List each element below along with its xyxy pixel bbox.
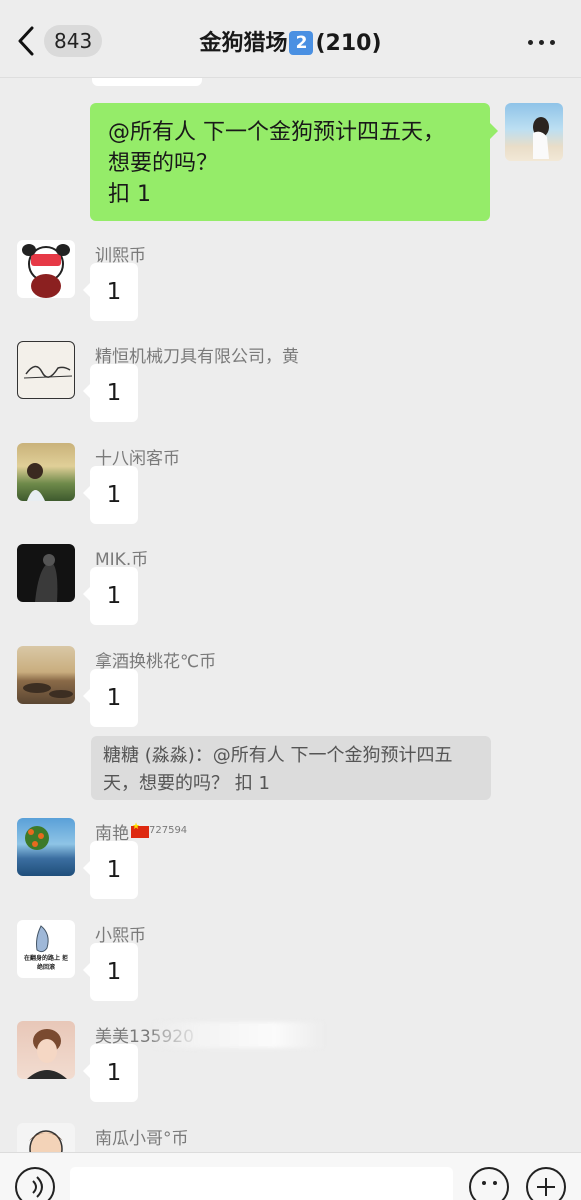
avatar[interactable]: [17, 341, 75, 399]
voice-icon[interactable]: [15, 1167, 55, 1200]
avatar[interactable]: [17, 1021, 75, 1079]
message-bubble[interactable]: 1: [83, 263, 138, 321]
chat-message: 在翻身的路上 拒绝回滚 小熙币 1: [0, 920, 581, 1022]
keycap-two-emoji: 2: [289, 31, 314, 55]
chat-message: 美美135920 1: [0, 1021, 581, 1123]
chat-message: 精恒机械刀具有限公司，黄 1: [0, 341, 581, 443]
message-bubble[interactable]: 1: [83, 466, 138, 524]
message-bubble[interactable]: 1: [83, 669, 138, 727]
previous-bubble-edge: [92, 78, 202, 86]
chat-message: MIK.币 1: [0, 544, 581, 646]
chat-message: 训熙币 1: [0, 240, 581, 342]
chat-title: 金狗猎场 2 (210): [199, 31, 382, 56]
message-bubble[interactable]: 1: [83, 841, 138, 899]
emoji-icon[interactable]: [469, 1167, 509, 1200]
sender-name: 南瓜小哥°币: [95, 1129, 189, 1149]
quoted-message[interactable]: 糖糖 (淼淼)：@所有人 下一个金狗预计四五天，想要的吗？ 扣 1: [91, 736, 491, 800]
avatar[interactable]: [17, 646, 75, 704]
my-message-bubble[interactable]: @所有人 下一个金狗预计四五天， 想要的吗？ 扣 1: [90, 103, 498, 221]
message-bubble[interactable]: 1: [83, 567, 138, 625]
chat-message: 拿酒换桃花℃币 1: [0, 646, 581, 748]
china-flag-icon: [131, 822, 149, 838]
message-bubble[interactable]: 1: [83, 364, 138, 422]
message-input[interactable]: [70, 1167, 453, 1200]
message-bubble[interactable]: 1: [83, 1044, 138, 1102]
plus-icon[interactable]: [526, 1167, 566, 1200]
avatar[interactable]: [17, 544, 75, 602]
my-avatar[interactable]: [505, 103, 563, 161]
input-bar: [0, 1152, 581, 1200]
avatar-caption: 在翻身的路上 拒绝回滚: [23, 955, 69, 971]
chat-message: 南艳727594 1: [0, 818, 581, 920]
chat-header: 843 金狗猎场 2 (210): [0, 0, 581, 78]
chat-message: 十八闲客币 1: [0, 443, 581, 545]
avatar[interactable]: 在翻身的路上 拒绝回滚: [17, 920, 75, 978]
message-bubble[interactable]: 1: [83, 943, 138, 1001]
avatar[interactable]: [17, 818, 75, 876]
chat-message: 南瓜小哥°币: [0, 1123, 581, 1153]
avatar[interactable]: [17, 1123, 75, 1153]
more-dots-icon[interactable]: [528, 40, 555, 45]
avatar[interactable]: [17, 443, 75, 501]
redacted-text: [153, 1022, 324, 1048]
avatar[interactable]: [17, 240, 75, 298]
